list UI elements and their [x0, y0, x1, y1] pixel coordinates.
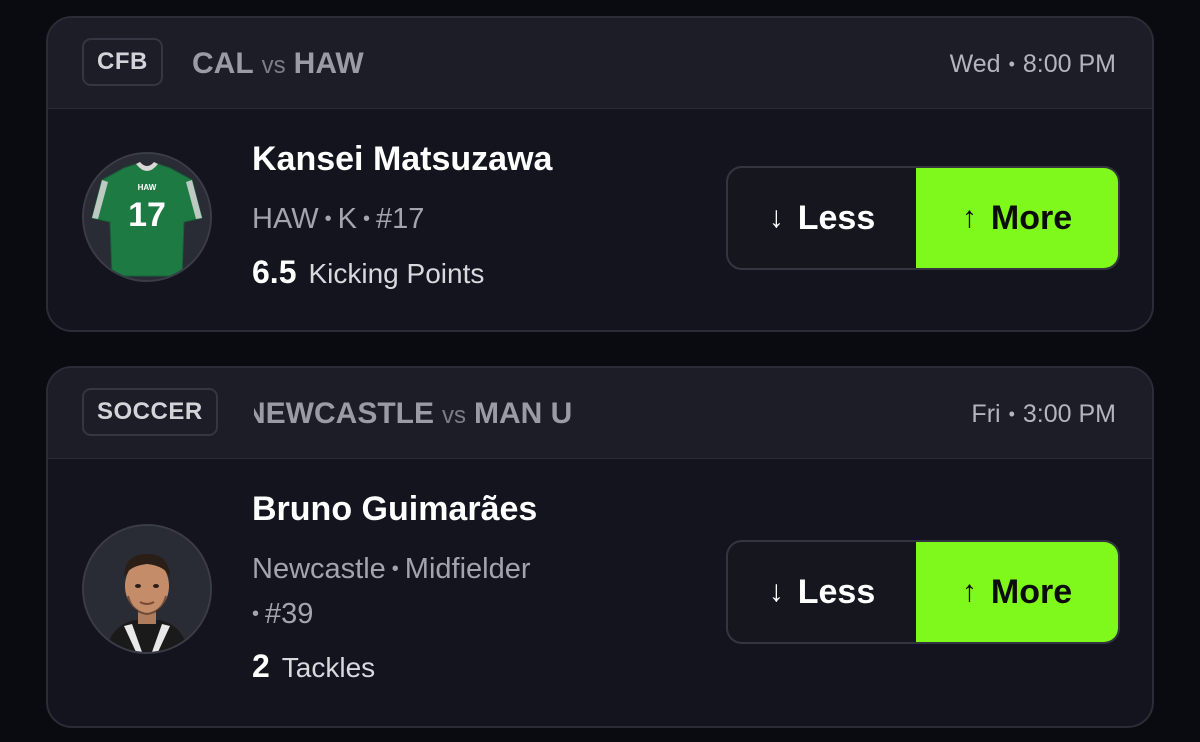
- vs-label: vs: [261, 52, 286, 79]
- sport-badge: CFB: [82, 38, 163, 86]
- sport-badge: SOCCER: [82, 388, 218, 436]
- projection-card: SOCCER NEWCASTLE vs MAN U Fri • 3:00 PM Brun…: [46, 366, 1154, 728]
- player-name[interactable]: Kansei Matsuzawa: [252, 140, 552, 179]
- card-header: CFB CAL vs HAW Wed • 8:00 PM: [48, 18, 1152, 109]
- arrow-up-icon: ↑: [961, 201, 977, 234]
- game-day: Wed: [949, 50, 1001, 78]
- more-label: More: [990, 572, 1073, 611]
- stat-type: Kicking Points: [308, 258, 485, 289]
- separator-dot: •: [1008, 404, 1015, 424]
- avatar: [82, 524, 212, 654]
- less-button[interactable]: ↓ Less: [728, 168, 916, 268]
- player-number: #39: [265, 598, 314, 630]
- arrow-down-icon: ↓: [768, 201, 784, 234]
- more-label: More: [990, 198, 1073, 237]
- game-day: Fri: [971, 400, 1001, 428]
- avatar: HAW 17: [82, 152, 212, 282]
- stat-line: 2 Tackles: [252, 648, 375, 685]
- game-clock: 3:00 PM: [1022, 400, 1116, 428]
- player-meta: Newcastle • Midfielder • #39: [252, 548, 622, 638]
- player-number: #17: [375, 203, 425, 235]
- jersey-number: 17: [128, 196, 166, 234]
- matchup: NEWCASTLE vs MAN U: [254, 394, 602, 434]
- arrow-up-icon: ↑: [961, 575, 977, 608]
- jersey-icon: HAW 17: [84, 154, 210, 280]
- separator-dot: •: [362, 208, 370, 230]
- less-button[interactable]: ↓ Less: [728, 542, 916, 642]
- stat-value: 2: [252, 648, 270, 684]
- team-a: NEWCASTLE: [254, 397, 434, 430]
- pick-toggle: ↓ Less ↑ More: [726, 166, 1120, 270]
- player-position: K: [337, 203, 357, 235]
- game-time: Wed • 8:00 PM: [950, 44, 1116, 86]
- arrow-down-icon: ↓: [768, 575, 784, 608]
- stat-type: Tackles: [281, 652, 376, 683]
- team-b: MAN U: [474, 397, 573, 430]
- separator-dot: •: [391, 558, 399, 580]
- player-position: Midfielder: [404, 553, 531, 585]
- jersey-team-text: HAW: [138, 183, 157, 192]
- game-time: Fri • 3:00 PM: [971, 394, 1116, 436]
- player-headshot-icon: [84, 526, 210, 652]
- player-name[interactable]: Bruno Guimarães: [252, 490, 537, 529]
- less-label: Less: [797, 198, 876, 237]
- more-button[interactable]: ↑ More: [916, 542, 1118, 642]
- separator-dot: •: [324, 208, 332, 230]
- stat-value: 6.5: [252, 254, 297, 290]
- separator-dot: •: [1008, 54, 1015, 74]
- game-clock: 8:00 PM: [1022, 50, 1116, 78]
- player-team: HAW: [252, 203, 319, 235]
- more-button[interactable]: ↑ More: [916, 168, 1118, 268]
- vs-label: vs: [442, 402, 466, 429]
- card-header: SOCCER NEWCASTLE vs MAN U Fri • 3:00 PM: [48, 368, 1152, 459]
- matchup: CAL vs HAW: [192, 44, 512, 84]
- projection-card: CFB CAL vs HAW Wed • 8:00 PM HAW 17 Kansei M…: [46, 16, 1154, 332]
- pick-toggle: ↓ Less ↑ More: [726, 540, 1120, 644]
- player-meta: HAW • K • #17: [252, 198, 424, 243]
- separator-dot: •: [252, 603, 260, 625]
- team-a: CAL: [192, 47, 254, 80]
- team-b: HAW: [293, 47, 364, 80]
- player-team: Newcastle: [252, 553, 386, 585]
- stat-line: 6.5 Kicking Points: [252, 254, 484, 291]
- less-label: Less: [797, 572, 876, 611]
